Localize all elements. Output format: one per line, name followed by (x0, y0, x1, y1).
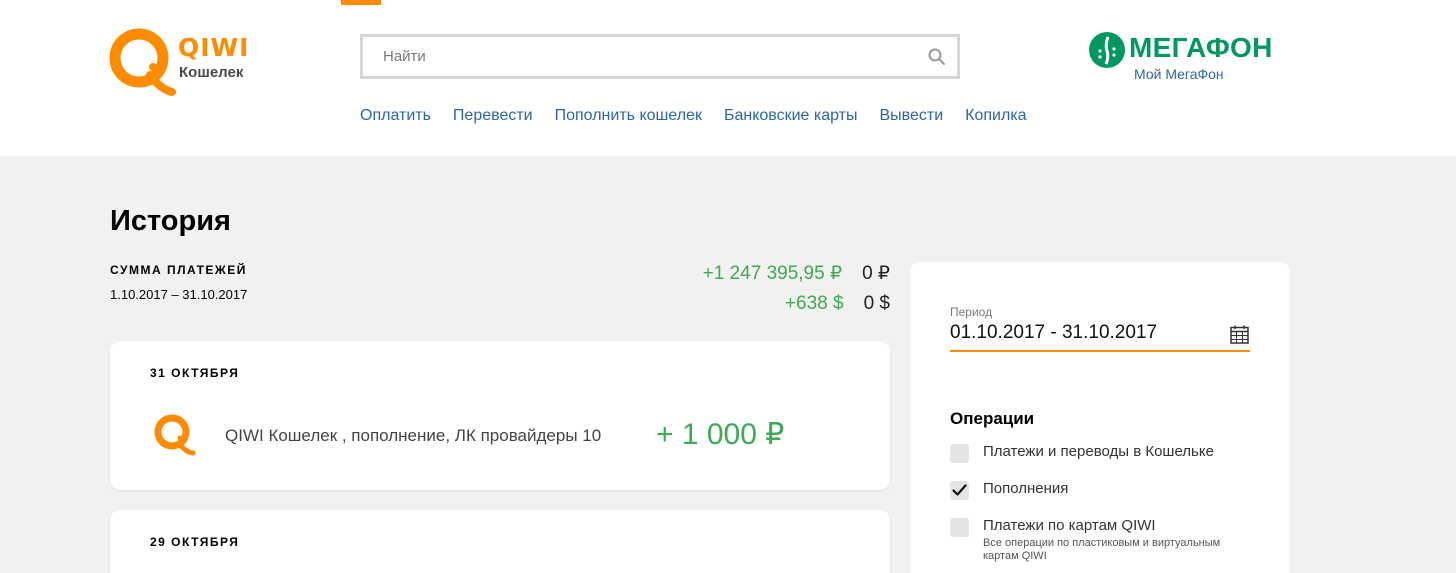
nav-withdraw[interactable]: Вывести (880, 107, 944, 125)
operation-label: Пополнения (983, 480, 1069, 497)
filter-panel: Период 01.10.2017 - 31.10.2017 Операции … (910, 262, 1290, 573)
summary-income: +1 247 395,95 ₽ (702, 263, 843, 284)
summary-expense: 0 $ (863, 293, 890, 314)
my-megafon-link[interactable]: Мой МегаФон (1134, 66, 1224, 82)
summary-expense: 0 ₽ (862, 263, 890, 284)
operations-title: Операции (950, 409, 1035, 428)
logo-subtitle: Кошелек (179, 64, 244, 81)
summary-row-rub: +1 247 395,95 ₽ 0 ₽ (703, 262, 890, 285)
bookmark-icon[interactable] (341, 0, 381, 5)
summary-income: +638 $ (784, 293, 844, 314)
summary-label: СУММА ПЛАТЕЖЕЙ (110, 263, 247, 277)
day-date: 29 ОКТЯБРЯ (150, 535, 240, 549)
day-card: 29 ОКТЯБРЯ (110, 510, 890, 573)
nav-pay[interactable]: Оплатить (360, 107, 431, 125)
page-title: История (110, 205, 231, 237)
period-value: 01.10.2017 - 31.10.2017 (950, 322, 1158, 343)
operation-note: Все операции по пластиковым и виртуальны… (983, 537, 1221, 562)
summary-period: 1.10.2017 – 31.10.2017 (110, 287, 248, 302)
qiwi-logo-icon (109, 28, 176, 96)
qiwi-logo[interactable]: QIWI Кошелек (108, 25, 268, 97)
checkbox-unchecked[interactable] (950, 518, 969, 537)
checkbox-checked[interactable] (950, 481, 969, 500)
operator-name: МЕГАФОН (1129, 32, 1273, 63)
day-card: 31 ОКТЯБРЯ QIWI Кошелек , пополнение, ЛК… (110, 341, 890, 490)
megafon-logo[interactable]: МЕГАФОН Мой МегаФон (1088, 31, 1298, 86)
transaction-amount: + 1 000 ₽ (656, 418, 785, 451)
summary-row-usd: +638 $ 0 $ (785, 293, 890, 315)
nav-piggy-bank[interactable]: Копилка (965, 107, 1026, 125)
header: QIWI Кошелек Оплатить Перевести Пополнит… (0, 0, 1456, 156)
nav-bank-cards[interactable]: Банковские карты (724, 107, 858, 125)
checkmark-icon (952, 484, 967, 496)
period-label: Период (950, 305, 993, 319)
nav-transfer[interactable]: Перевести (453, 107, 533, 125)
qiwi-icon (154, 414, 196, 456)
calendar-icon[interactable] (1230, 325, 1249, 344)
operation-label: Платежи по картам QIWI (983, 517, 1156, 534)
search-icon[interactable] (927, 47, 947, 67)
day-date: 31 ОКТЯБРЯ (150, 366, 240, 380)
nav-topup[interactable]: Пополнить кошелек (555, 107, 702, 125)
main-nav: Оплатить Перевести Пополнить кошелек Бан… (360, 107, 1027, 125)
search-input[interactable] (363, 37, 903, 76)
operation-label: Платежи и переводы в Кошельке (983, 443, 1214, 460)
search-box (360, 34, 960, 79)
transaction-description: QIWI Кошелек , пополнение, ЛК провайдеры… (225, 426, 632, 446)
transaction-row[interactable]: QIWI Кошелек , пополнение, ЛК провайдеры… (150, 409, 850, 461)
logo-brand: QIWI (178, 33, 250, 62)
period-field[interactable]: 01.10.2017 - 31.10.2017 (950, 320, 1250, 352)
checkbox-unchecked[interactable] (950, 444, 969, 463)
megafon-icon (1089, 32, 1125, 68)
